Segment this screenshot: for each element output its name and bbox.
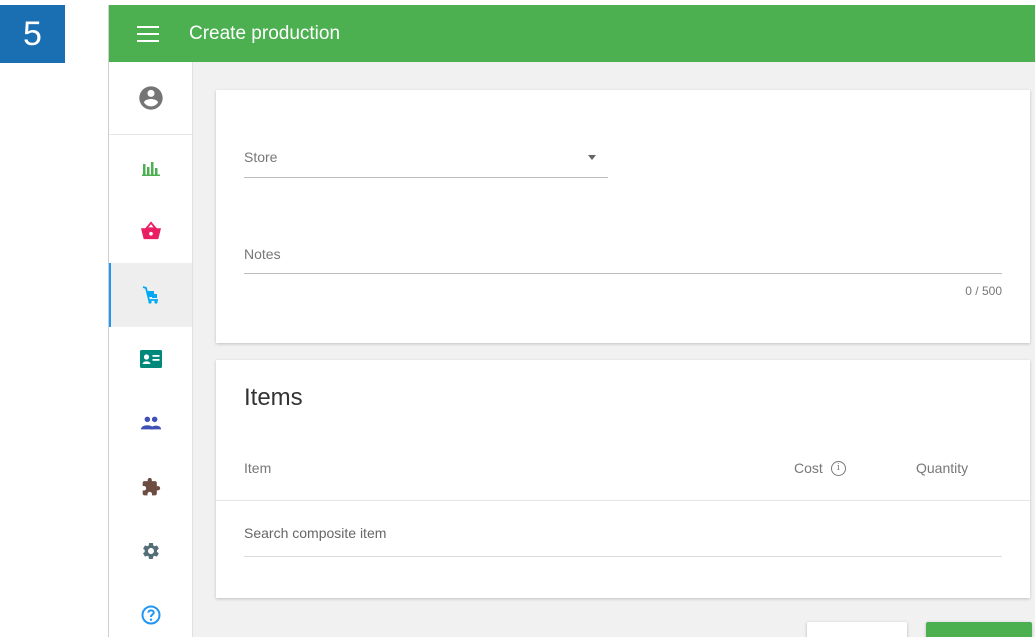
items-heading: Items bbox=[244, 384, 303, 411]
help-icon bbox=[141, 605, 160, 625]
account-circle-icon bbox=[138, 86, 163, 110]
items-card: Items Item Cost i Quantity Search compos… bbox=[216, 360, 1030, 598]
store-select[interactable]: Store bbox=[244, 137, 608, 178]
app-window: Create production Store Notes 0 / 500 It… bbox=[108, 5, 1035, 637]
notes-label: Notes bbox=[244, 246, 281, 262]
sidebar-item-sales[interactable] bbox=[109, 199, 192, 263]
notes-character-counter: 0 / 500 bbox=[965, 284, 1002, 298]
inventory-cart-icon bbox=[142, 286, 158, 304]
sidebar-item-customers[interactable] bbox=[109, 327, 192, 391]
main-content: Store Notes 0 / 500 Items Item Cost i Qu… bbox=[193, 62, 1035, 637]
notes-input[interactable]: Notes bbox=[244, 240, 1002, 274]
puzzle-icon bbox=[142, 477, 160, 496]
store-label: Store bbox=[244, 149, 278, 165]
sidebar bbox=[109, 62, 193, 637]
contact-card-icon bbox=[139, 350, 162, 368]
settings-gear-icon bbox=[142, 543, 159, 559]
sidebar-item-inventory[interactable] bbox=[109, 263, 192, 327]
page-title: Create production bbox=[189, 22, 341, 44]
people-icon bbox=[140, 416, 161, 430]
column-header-cost-label: Cost bbox=[794, 460, 823, 476]
table-header-divider bbox=[216, 500, 1030, 501]
bar-chart-icon bbox=[141, 162, 160, 176]
hamburger-menu-icon[interactable] bbox=[137, 25, 159, 42]
search-composite-item-input[interactable]: Search composite item bbox=[244, 510, 1002, 557]
sidebar-item-reports[interactable] bbox=[109, 135, 192, 199]
search-placeholder: Search composite item bbox=[244, 525, 387, 541]
step-number-badge: 5 bbox=[0, 5, 65, 63]
sidebar-item-integrations[interactable] bbox=[109, 455, 192, 519]
sidebar-item-settings[interactable] bbox=[109, 519, 192, 583]
sidebar-item-employees[interactable] bbox=[109, 391, 192, 455]
shopping-basket-icon bbox=[140, 221, 161, 240]
sidebar-item-help[interactable] bbox=[109, 583, 192, 637]
column-header-cost: Cost i bbox=[794, 460, 846, 476]
column-header-quantity: Quantity bbox=[916, 460, 969, 476]
save-button[interactable] bbox=[926, 622, 1032, 637]
top-app-bar: Create production bbox=[109, 5, 1035, 62]
info-icon[interactable]: i bbox=[830, 460, 846, 476]
column-header-item: Item bbox=[244, 460, 272, 476]
sidebar-account[interactable] bbox=[109, 62, 192, 135]
production-details-card: Store Notes 0 / 500 bbox=[216, 90, 1030, 343]
cancel-button[interactable] bbox=[807, 622, 907, 637]
dropdown-arrow-icon[interactable] bbox=[588, 155, 596, 160]
